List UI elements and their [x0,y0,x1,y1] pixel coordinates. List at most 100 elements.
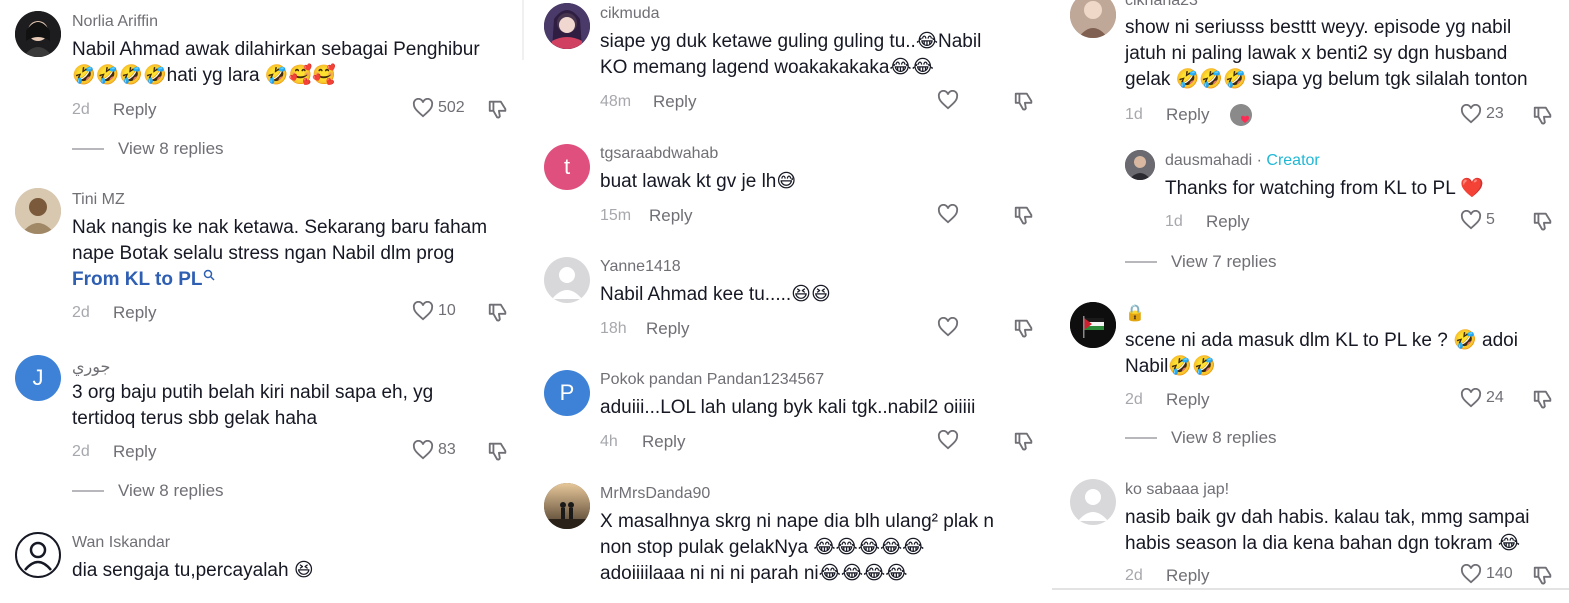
dislike-button[interactable] [487,98,509,120]
comment-username[interactable]: dausmahadi [1165,152,1252,169]
reply-button[interactable]: Reply [113,442,156,462]
comment-time: 2d [1125,391,1143,408]
comment-text-line: 🤣🤣🤣🤣hati yg lara 🤣🥰🥰 [72,65,336,86]
default-user-icon [24,541,52,571]
comment-username[interactable]: cikhana23 [1125,0,1198,10]
avatar[interactable] [544,257,590,303]
view-replies-label: View 8 replies [1171,428,1277,447]
reply-button[interactable]: Reply [113,303,156,323]
view-replies-line [72,490,104,492]
heart-outline-icon [1460,210,1482,230]
avatar[interactable] [1070,302,1116,348]
avatar[interactable] [1070,0,1116,38]
thumb-down-outline-icon [1014,432,1033,451]
heart-outline-icon [937,317,959,337]
reply-button[interactable]: Reply [653,92,696,112]
avatar[interactable] [544,483,590,529]
view-replies-line [1125,437,1157,439]
like-button[interactable] [937,204,959,224]
comment-text-line: Nabil Ahmad kee tu.....😆😆 [600,284,831,305]
reply-button[interactable]: Reply [642,432,685,452]
reply-button[interactable]: Reply [1166,566,1209,586]
reply-button[interactable]: Reply [1206,212,1249,232]
view-replies-button[interactable]: View 8 replies [1125,428,1277,448]
dislike-button[interactable] [1013,430,1035,452]
like-button[interactable] [937,90,959,110]
like-button[interactable] [937,317,959,337]
comment-username[interactable]: Pokok pandan Pandan1234567 [600,371,824,389]
creator-liked-avatar [1230,104,1252,126]
heart-outline-icon [937,90,959,110]
avatar[interactable]: t [544,144,590,190]
comment-username[interactable]: Tini MZ [72,191,125,209]
reply-button[interactable]: Reply [646,319,689,339]
dislike-button[interactable] [487,301,509,323]
like-button[interactable]: 502 [412,98,465,118]
comment-text-line: nape Botak selalu stress ngan Nabil dlm … [72,243,455,264]
comment-username[interactable]: tgsaraabdwahab [600,145,718,163]
like-button[interactable]: 23 [1460,104,1504,124]
comment-username[interactable]: Yanne1418 [600,258,681,276]
thumb-down-outline-icon [488,303,507,322]
dislike-button[interactable] [1532,104,1554,126]
comment-column-left: Norlia Ariffin Nabil Ahmad awak dilahirk… [0,0,528,603]
dislike-button[interactable] [1532,564,1554,586]
comment-username[interactable]: Norlia Ariffin [72,13,158,31]
comment-text-line: buat lawak kt gv je lh😅 [600,171,797,192]
comment-item: cikmuda siape yg duk ketawe guling gulin… [528,0,1052,120]
search-link[interactable]: From KL to PL [72,267,215,293]
like-button[interactable]: 10 [412,301,456,321]
comment-text-line: scene ni ada masuk dlm KL to PL ke ? 🤣 a… [1125,330,1518,351]
like-button[interactable]: 5 [1460,210,1495,230]
comment-username-row: dausmahadi · Creator [1165,152,1320,170]
thumb-down-outline-icon [1014,206,1033,225]
avatar[interactable] [1125,150,1155,180]
reply-item: dausmahadi · Creator Thanks for watching… [1052,145,1569,285]
dislike-button[interactable] [1013,90,1035,112]
like-count: 10 [438,302,456,319]
heart-outline-icon [937,204,959,224]
comment-time: 1d [1125,106,1143,123]
avatar[interactable] [15,11,61,57]
comment-time: 48m [600,93,632,110]
creator-liked-heart-icon [1230,104,1252,126]
heart-outline-icon [1460,388,1482,408]
heart-outline-icon [412,301,434,321]
avatar[interactable]: J [15,355,61,401]
like-button[interactable]: 24 [1460,388,1504,408]
comment-username[interactable]: cikmuda [600,5,660,23]
like-button[interactable]: 140 [1460,564,1513,584]
view-replies-button[interactable]: View 8 replies [72,481,224,501]
avatar-letter: P [559,380,575,405]
comment-username[interactable]: جوري [72,357,110,377]
view-replies-button[interactable]: View 7 replies [1125,252,1277,272]
comment-column-right: cikhana23 show ni seriusss besttt weyy. … [1052,0,1569,590]
dislike-button[interactable] [1532,388,1554,410]
avatar[interactable] [15,188,61,234]
like-button[interactable]: 83 [412,440,456,460]
comment-item: MrMrsDanda90 X masalhnya skrg ni nape di… [528,479,1052,603]
comment-username[interactable]: Wan Iskandar [72,534,170,552]
view-replies-line [72,148,104,150]
comment-username[interactable]: ko sabaaa jap! [1125,481,1229,499]
reply-button[interactable]: Reply [649,206,692,226]
comment-text-line: KO memang lagend woakakakaka😂😂 [600,57,934,78]
avatar[interactable] [15,532,61,578]
dislike-button[interactable] [1532,210,1554,232]
view-replies-button[interactable]: View 8 replies [72,139,224,159]
dislike-button[interactable] [487,440,509,462]
reply-button[interactable]: Reply [1166,390,1209,410]
view-replies-line [1125,261,1157,263]
like-count: 23 [1486,105,1504,122]
reply-button[interactable]: Reply [1166,105,1209,125]
dislike-button[interactable] [1013,317,1035,339]
avatar[interactable]: P [544,370,590,416]
avatar[interactable] [1070,479,1116,525]
dislike-button[interactable] [1013,204,1035,226]
comment-time: 2d [1125,567,1143,584]
comment-item: cikhana23 show ni seriusss besttt weyy. … [1052,0,1569,132]
comment-username[interactable]: MrMrsDanda90 [600,485,710,503]
like-button[interactable] [937,430,959,450]
reply-button[interactable]: Reply [113,100,156,120]
avatar[interactable] [544,3,590,49]
